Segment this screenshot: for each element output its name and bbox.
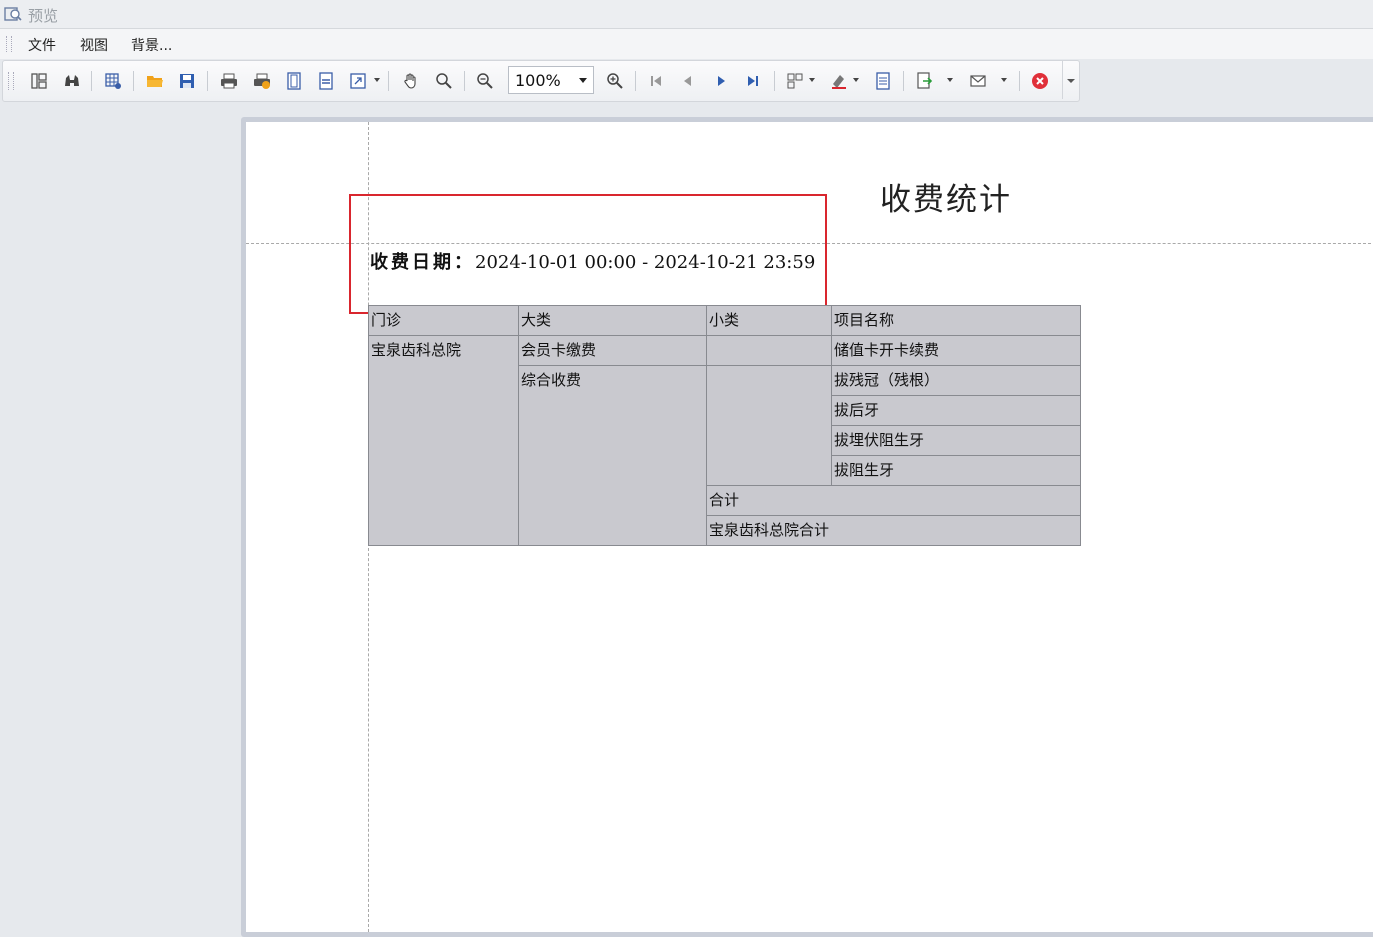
toolbar-separator xyxy=(207,71,208,91)
color-icon[interactable] xyxy=(827,69,851,93)
report-page: 收费统计 收费日期：2024-10-01 00:00 - 2024-10-21 … xyxy=(246,122,1373,932)
category-cell: 综合收费 xyxy=(518,365,707,546)
menu-background[interactable]: 背景... xyxy=(131,35,172,55)
grid-settings-icon[interactable] xyxy=(101,69,125,93)
toolbar: 100% xyxy=(2,60,1080,102)
category-cell: 会员卡缴费 xyxy=(518,335,707,366)
close-preview-icon[interactable] xyxy=(1028,69,1052,93)
toolbar-separator xyxy=(774,71,775,91)
first-page-icon[interactable] xyxy=(644,69,668,93)
header-category: 大类 xyxy=(518,305,707,336)
multipage-icon[interactable] xyxy=(783,69,807,93)
prev-page-icon[interactable] xyxy=(676,69,700,93)
subtotal-label: 合计 xyxy=(706,485,1081,516)
toolbar-separator xyxy=(91,71,92,91)
email-icon[interactable] xyxy=(966,69,990,93)
header-footer-icon[interactable] xyxy=(314,69,338,93)
toolbar-separator xyxy=(464,71,465,91)
window-title: 预览 xyxy=(28,7,59,25)
item-cell: 储值卡开卡续费 xyxy=(831,335,1081,366)
toolbar-separator xyxy=(133,71,134,91)
highlight-annotation-box xyxy=(349,194,827,314)
page-setup-icon[interactable] xyxy=(282,69,306,93)
next-page-icon[interactable] xyxy=(709,69,733,93)
toolbar-grip[interactable] xyxy=(8,72,14,90)
report-table: 门诊 大类 小类 项目名称 宝泉齿科总院 会员卡缴费 储值卡开卡续费 综合收费 … xyxy=(368,305,1081,546)
menu-bar: 文件 视图 背景... xyxy=(0,29,1373,59)
chevron-down-icon[interactable] xyxy=(579,78,587,83)
zoom-select[interactable]: 100% xyxy=(508,66,594,94)
hand-tool-icon[interactable] xyxy=(399,69,423,93)
header-subcategory: 小类 xyxy=(706,305,832,336)
last-page-icon[interactable] xyxy=(741,69,765,93)
scale-icon[interactable] xyxy=(346,69,370,93)
item-cell: 拔埋伏阻生牙 xyxy=(831,425,1081,456)
toolbar-separator xyxy=(635,71,636,91)
item-cell: 拔阻生牙 xyxy=(831,455,1081,486)
layout-icon[interactable] xyxy=(27,69,51,93)
toolbar-separator xyxy=(1019,71,1020,91)
header-clinic: 门诊 xyxy=(368,305,519,336)
save-icon[interactable] xyxy=(175,69,199,93)
watermark-icon[interactable] xyxy=(871,69,895,93)
preview-app-icon xyxy=(4,7,22,21)
color-dropdown-caret[interactable] xyxy=(853,78,859,82)
multipage-dropdown-caret[interactable] xyxy=(809,78,815,82)
menu-file[interactable]: 文件 xyxy=(28,35,56,55)
menubar-grip[interactable] xyxy=(6,36,12,52)
zoom-in-icon[interactable] xyxy=(603,69,627,93)
toolbar-separator xyxy=(388,71,389,91)
binoculars-icon[interactable] xyxy=(60,69,84,93)
item-cell: 拔后牙 xyxy=(831,395,1081,426)
menu-view[interactable]: 视图 xyxy=(80,35,108,55)
subcategory-cell xyxy=(706,335,832,366)
export-dropdown-caret[interactable] xyxy=(947,78,953,82)
zoom-out-icon[interactable] xyxy=(473,69,497,93)
open-folder-icon[interactable] xyxy=(143,69,167,93)
grand-total-label: 宝泉齿科总院合计 xyxy=(706,515,1081,546)
table-row: 宝泉齿科总院 会员卡缴费 储值卡开卡续费 xyxy=(368,335,1081,546)
scale-dropdown-caret[interactable] xyxy=(374,78,380,82)
header-item-name: 项目名称 xyxy=(831,305,1081,336)
email-dropdown-caret[interactable] xyxy=(1001,78,1007,82)
report-title: 收费统计 xyxy=(880,182,1012,218)
zoom-value: 100% xyxy=(515,71,561,90)
toolbar-separator xyxy=(903,71,904,91)
print-icon[interactable] xyxy=(217,69,241,93)
magnifier-icon[interactable] xyxy=(432,69,456,93)
quick-print-icon[interactable] xyxy=(250,69,274,93)
item-cell: 拔残冠（残根） xyxy=(831,365,1081,396)
toolbar-overflow-button[interactable] xyxy=(1062,61,1079,99)
export-icon[interactable] xyxy=(912,69,936,93)
clinic-cell: 宝泉齿科总院 xyxy=(368,335,519,546)
title-bar: 预览 xyxy=(0,0,1373,29)
subcategory-cell xyxy=(706,365,832,486)
table-header-row: 门诊 大类 小类 项目名称 xyxy=(368,305,1081,336)
